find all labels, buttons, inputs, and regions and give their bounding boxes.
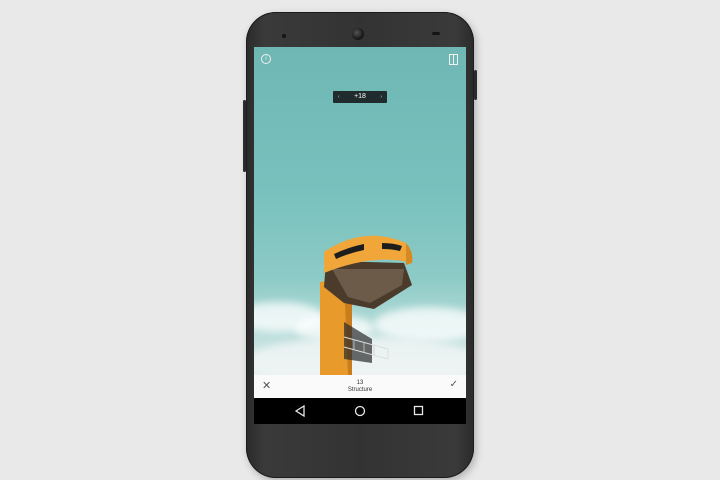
check-icon[interactable]: ✓ (450, 379, 458, 390)
home-icon[interactable] (354, 405, 366, 417)
info-icon[interactable]: i (261, 54, 271, 64)
tool-value: 13 (356, 380, 364, 386)
recents-icon[interactable] (413, 405, 425, 417)
android-nav-bar (254, 398, 466, 424)
adjustment-value: +18 (354, 93, 366, 100)
edited-photo: i ‹ +18 › (254, 47, 466, 375)
phone-screen: i ‹ +18 › ✕ 13 Structure ✓ (254, 47, 466, 424)
back-icon[interactable] (295, 405, 305, 417)
proximity-sensor (282, 34, 286, 38)
volume-button[interactable] (243, 100, 246, 172)
tool-name[interactable]: Structure (254, 387, 466, 393)
compare-icon[interactable] (449, 54, 459, 65)
tool-bar: ✕ 13 Structure ✓ (254, 375, 466, 398)
chevron-right-icon[interactable]: › (380, 91, 382, 103)
earpiece-speaker (432, 32, 440, 35)
power-button[interactable] (474, 70, 477, 100)
chevron-left-icon[interactable]: ‹ (338, 91, 340, 103)
adjustment-value-indicator[interactable]: ‹ +18 › (333, 91, 387, 103)
front-camera (352, 28, 364, 40)
